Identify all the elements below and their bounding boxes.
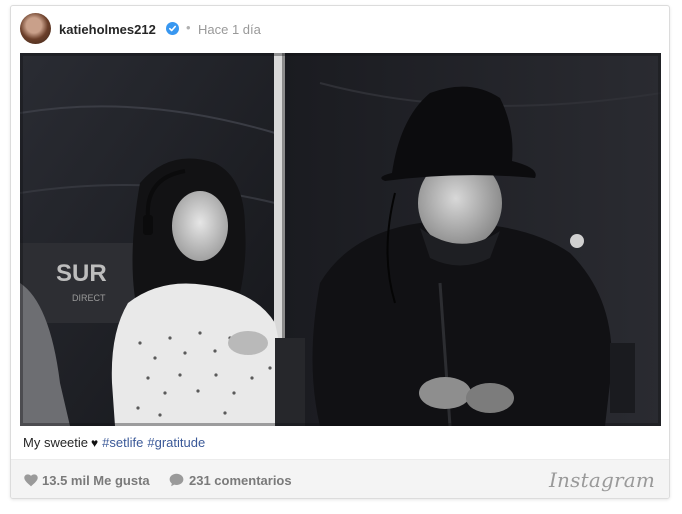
heart-icon[interactable]: [24, 474, 38, 487]
instagram-post-card: katieholmes212 • Hace 1 día SUR DIRECT M…: [10, 5, 670, 499]
photo-illustration: SUR DIRECT: [20, 53, 661, 426]
hashtag-link[interactable]: #setlife: [102, 435, 143, 450]
post-header: katieholmes212 • Hace 1 día: [11, 6, 669, 52]
instagram-logo[interactable]: Instagram: [549, 468, 655, 492]
comment-bubble-icon[interactable]: [169, 473, 184, 487]
avatar[interactable]: [20, 13, 51, 44]
username-link[interactable]: katieholmes212: [59, 22, 156, 37]
likes-count[interactable]: 13.5 mil Me gusta: [42, 473, 150, 488]
chair-sign-subtext: DIRECT: [72, 293, 106, 303]
post-timestamp[interactable]: Hace 1 día: [198, 22, 261, 37]
comments-count[interactable]: 231 comentarios: [189, 473, 292, 488]
verified-badge-icon: [166, 22, 179, 35]
post-caption: My sweetie ♥ #setlife #gratitude: [23, 435, 209, 450]
hashtag-link[interactable]: #gratitude: [147, 435, 205, 450]
post-photo[interactable]: SUR DIRECT: [20, 53, 661, 426]
caption-text: My sweetie: [23, 435, 89, 450]
post-footer: 13.5 mil Me gusta 231 comentarios Instag…: [11, 459, 669, 498]
header-separator: •: [186, 20, 191, 35]
heart-emoji-icon: ♥: [91, 436, 99, 450]
chair-sign-text: SUR: [56, 260, 107, 287]
